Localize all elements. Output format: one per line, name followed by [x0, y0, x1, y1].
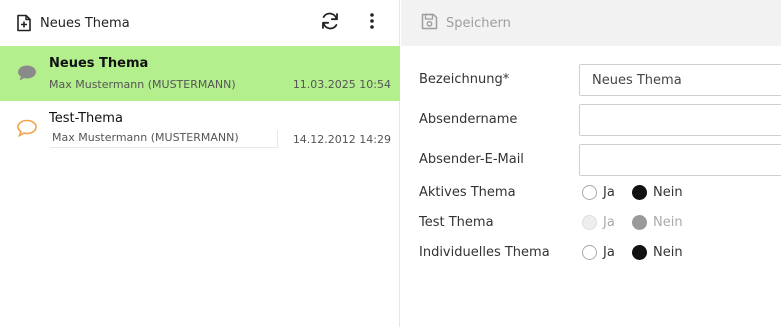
test-yes-label: Ja: [603, 215, 615, 230]
item-author: Max Mustermann (MUSTERMANN): [49, 78, 236, 91]
item-author: Max Mustermann (MUSTERMANN): [50, 130, 278, 148]
speech-bubble-outline-icon: [17, 119, 37, 141]
sender-name-label: Absendername: [419, 112, 518, 127]
refresh-icon: [320, 11, 340, 35]
test-yes-radio: Ja: [582, 215, 615, 230]
new-document-icon: [16, 14, 32, 32]
sender-email-label: Absender-E-Mail: [419, 152, 524, 167]
radio-circle-icon: [582, 185, 597, 200]
individual-topic-label: Individuelles Thema: [419, 245, 550, 260]
name-input[interactable]: [579, 64, 781, 96]
topic-detail-panel: Speichern Bezeichnung* Absendername Abse…: [401, 0, 781, 327]
radio-circle-icon: [582, 245, 597, 260]
list-item[interactable]: Neues Thema Max Mustermann (MUSTERMANN) …: [0, 46, 400, 101]
radio-circle-icon: [582, 215, 597, 230]
individual-no-radio[interactable]: Nein: [632, 245, 683, 260]
active-no-label: Nein: [653, 185, 683, 200]
new-topic-label: Neues Thema: [40, 15, 130, 31]
individual-yes-radio[interactable]: Ja: [582, 245, 615, 260]
save-disk-icon: [421, 13, 438, 34]
save-label: Speichern: [446, 15, 511, 31]
test-no-label: Nein: [653, 215, 683, 230]
individual-yes-label: Ja: [603, 245, 615, 260]
sender-name-input[interactable]: [579, 104, 781, 136]
item-title: Neues Thema: [49, 56, 149, 71]
individual-no-label: Nein: [653, 245, 683, 260]
active-yes-radio[interactable]: Ja: [582, 185, 615, 200]
radio-circle-icon: [632, 215, 647, 230]
test-topic-label: Test Thema: [419, 215, 494, 230]
list-toolbar: Neues Thema: [0, 0, 399, 46]
more-options-button[interactable]: [360, 11, 384, 35]
active-topic-label: Aktives Thema: [419, 185, 516, 200]
refresh-button[interactable]: [318, 11, 342, 35]
vertical-dots-icon: [369, 12, 375, 34]
speech-bubble-filled-icon: [17, 64, 37, 86]
radio-circle-icon: [632, 185, 647, 200]
item-title: Test-Thema: [49, 111, 123, 126]
active-no-radio[interactable]: Nein: [632, 185, 683, 200]
sender-email-input[interactable]: [579, 144, 781, 176]
detail-toolbar: Speichern: [401, 0, 781, 46]
active-yes-label: Ja: [603, 185, 615, 200]
name-label: Bezeichnung*: [419, 72, 510, 87]
test-no-radio: Nein: [632, 215, 683, 230]
new-topic-button[interactable]: Neues Thema: [16, 14, 130, 32]
item-date: 11.03.2025 10:54: [292, 78, 391, 91]
topic-list-panel: Neues Thema Neues Thema Max Mustermann (…: [0, 0, 400, 327]
list-item[interactable]: Test-Thema Max Mustermann (MUSTERMANN) 1…: [0, 101, 400, 156]
radio-circle-icon: [632, 245, 647, 260]
save-button[interactable]: Speichern: [421, 13, 511, 34]
item-date: 14.12.2012 14:29: [292, 133, 391, 146]
